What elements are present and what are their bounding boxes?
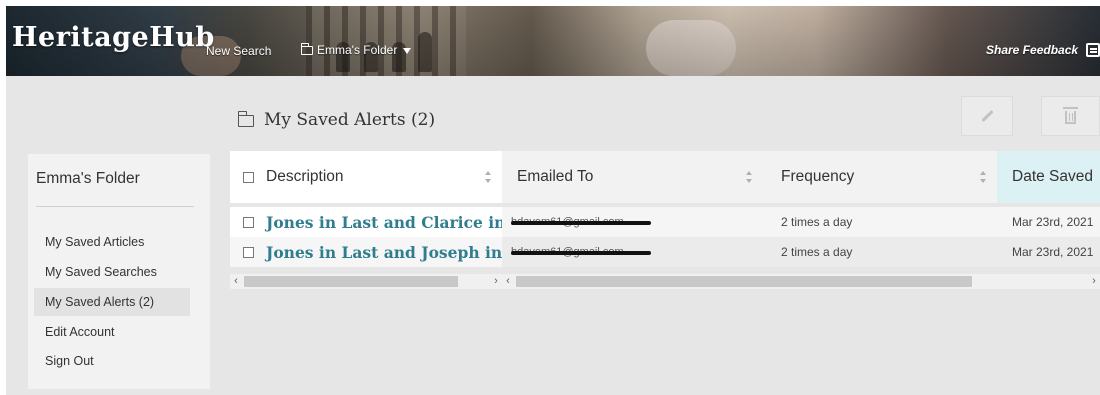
column-header-label: Description bbox=[266, 168, 344, 185]
scroll-left-arrow-icon[interactable]: ‹ bbox=[230, 274, 242, 289]
column-header-emailed-to[interactable]: Emailed To bbox=[502, 151, 763, 203]
email-value: bdavem61@gmail.com bbox=[511, 246, 651, 258]
delete-button[interactable] bbox=[1041, 96, 1100, 136]
page-title: My Saved Alerts (2) bbox=[237, 110, 436, 130]
sidebar-item-sign-out[interactable]: Sign Out bbox=[34, 347, 190, 375]
column-header-label: Frequency bbox=[781, 168, 855, 185]
caret-down-icon bbox=[403, 48, 412, 54]
description-cell: Jones in Last and Clarice in Last bbox=[230, 207, 502, 237]
sort-icon[interactable] bbox=[746, 171, 752, 183]
sidebar-divider bbox=[36, 206, 194, 207]
row-checkbox[interactable] bbox=[243, 216, 254, 228]
redaction-mark bbox=[511, 221, 651, 225]
table-row: Jones in Last and Joseph in First bdavem… bbox=[230, 237, 1100, 267]
sidebar-item-saved-articles[interactable]: My Saved Articles bbox=[34, 228, 190, 256]
trash-icon bbox=[1063, 107, 1078, 124]
edit-button[interactable] bbox=[961, 96, 1013, 136]
sidebar-title: Emma's Folder bbox=[36, 170, 140, 187]
column-header-label: Date Saved bbox=[1012, 168, 1093, 185]
folder-icon bbox=[300, 42, 313, 55]
sidebar-item-saved-alerts[interactable]: My Saved Alerts (2) bbox=[34, 288, 190, 316]
alert-description-link[interactable]: Jones in Last and Clarice in Last bbox=[266, 213, 502, 232]
table-scrollbar[interactable]: ‹ › bbox=[502, 274, 1100, 289]
redaction-mark bbox=[511, 251, 651, 255]
scroll-right-arrow-icon[interactable]: › bbox=[1088, 274, 1100, 289]
frequency-cell: 2 times a day bbox=[781, 215, 853, 229]
sidebar-item-edit-account[interactable]: Edit Account bbox=[34, 318, 190, 346]
alerts-table: Description Emailed To Frequency Date Sa… bbox=[230, 151, 1100, 289]
email-cell: bdavem61@gmail.com bbox=[502, 207, 763, 237]
date-cell: Mar 23rd, 2021 bbox=[1012, 245, 1094, 259]
scrollbar-thumb[interactable] bbox=[244, 276, 458, 287]
header-banner: HeritageHub New Search Emma's Folder Sha… bbox=[6, 6, 1100, 76]
table-row: Jones in Last and Clarice in Last bdavem… bbox=[230, 207, 1100, 237]
sort-icon[interactable] bbox=[980, 171, 986, 183]
email-value: bdavem61@gmail.com bbox=[511, 216, 651, 228]
scrollbar-thumb[interactable] bbox=[516, 276, 972, 287]
frequency-cell: 2 times a day bbox=[781, 245, 853, 259]
share-feedback-link[interactable]: Share Feedback bbox=[986, 43, 1078, 57]
new-search-link[interactable]: New Search bbox=[206, 44, 271, 58]
sidebar-item-saved-searches[interactable]: My Saved Searches bbox=[34, 258, 190, 286]
folder-menu[interactable]: Emma's Folder bbox=[300, 42, 412, 57]
row-checkbox[interactable] bbox=[243, 246, 254, 258]
sidebar: Emma's Folder My Saved Articles My Saved… bbox=[28, 154, 210, 389]
sort-icon[interactable] bbox=[485, 171, 491, 183]
pencil-icon bbox=[980, 109, 994, 123]
scroll-left-arrow-icon[interactable]: ‹ bbox=[502, 274, 514, 289]
description-cell: Jones in Last and Joseph in First bbox=[230, 237, 502, 267]
folder-menu-label: Emma's Folder bbox=[317, 43, 398, 57]
select-all-checkbox[interactable] bbox=[243, 171, 254, 183]
page-title-text: My Saved Alerts (2) bbox=[264, 110, 436, 130]
date-cell: Mar 23rd, 2021 bbox=[1012, 215, 1094, 229]
app-frame: HeritageHub New Search Emma's Folder Sha… bbox=[6, 6, 1100, 395]
email-cell: bdavem61@gmail.com bbox=[502, 237, 763, 267]
description-scrollbar[interactable]: ‹ › bbox=[230, 274, 502, 289]
folder-icon bbox=[237, 111, 254, 127]
column-header-description[interactable]: Description bbox=[230, 151, 502, 203]
feedback-icon[interactable] bbox=[1086, 43, 1100, 57]
logo[interactable]: HeritageHub bbox=[12, 22, 215, 53]
column-header-frequency[interactable]: Frequency bbox=[763, 151, 997, 203]
column-header-label: Emailed To bbox=[517, 168, 594, 185]
scroll-right-arrow-icon[interactable]: › bbox=[490, 274, 502, 289]
column-header-date-saved[interactable]: Date Saved bbox=[997, 151, 1100, 203]
alert-description-link[interactable]: Jones in Last and Joseph in First bbox=[266, 243, 502, 262]
